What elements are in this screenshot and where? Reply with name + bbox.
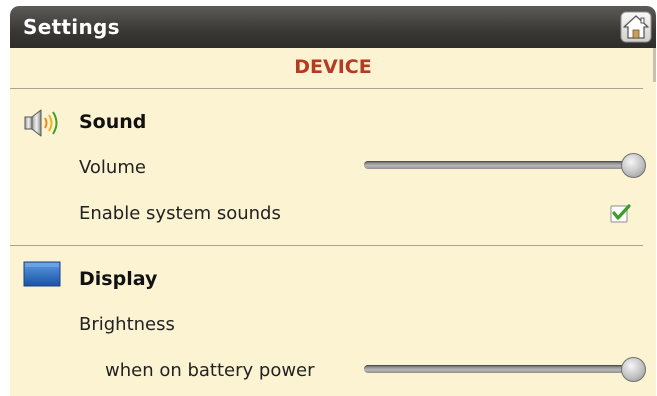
- checkmark-icon: [610, 204, 631, 223]
- home-icon: [620, 11, 652, 43]
- volume-slider-track: [364, 161, 634, 169]
- speaker-icon: [24, 109, 58, 137]
- home-button[interactable]: [620, 11, 652, 43]
- display-group-title: Display: [79, 268, 158, 290]
- battery-brightness-slider[interactable]: [364, 357, 646, 383]
- battery-brightness-slider-thumb[interactable]: [621, 357, 646, 382]
- battery-brightness-slider-track: [364, 365, 634, 373]
- title-bar: Settings: [10, 6, 656, 48]
- group-divider: [10, 245, 643, 246]
- battery-brightness-label: when on battery power: [105, 360, 315, 381]
- system-sounds-checkbox[interactable]: [610, 202, 632, 224]
- volume-slider[interactable]: [364, 153, 646, 179]
- volume-slider-thumb[interactable]: [621, 153, 646, 178]
- volume-label: Volume: [79, 157, 146, 178]
- brightness-label: Brightness: [79, 314, 175, 335]
- system-sounds-label: Enable system sounds: [79, 203, 281, 224]
- section-header: DEVICE: [294, 56, 372, 78]
- window-title: Settings: [23, 15, 120, 39]
- settings-window: Settings DEVICE Sound Volume Enable syst…: [10, 6, 656, 396]
- sound-group-title: Sound: [79, 111, 147, 133]
- section-divider: [10, 88, 643, 89]
- display-icon: [23, 261, 61, 287]
